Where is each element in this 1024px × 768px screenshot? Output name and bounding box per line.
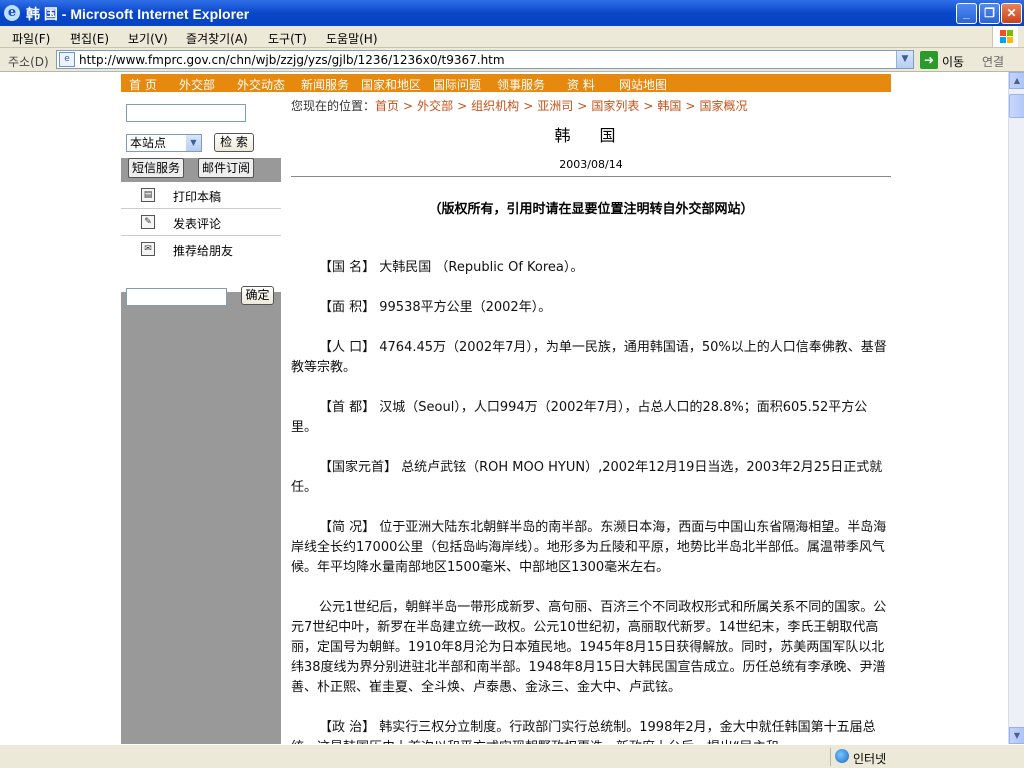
nav-news-service[interactable]: 新闻服务 [301,76,349,93]
vertical-scrollbar[interactable]: ▲ ▼ [1008,72,1024,744]
nav-international-issues[interactable]: 国际问题 [433,76,481,93]
sms-service-button[interactable]: 短信服务 [128,158,184,178]
nav-materials[interactable]: 资 料 [567,76,595,93]
page-viewport: 首 页 外交部 外交动态 新闻服务 国家和地区 国际问题 领事服务 资 料 网站… [0,72,1008,744]
breadcrumb-korea[interactable]: 韩国 [657,99,681,113]
site-search-input[interactable] [126,104,246,122]
mail-subscribe-button[interactable]: 邮件订阅 [198,158,254,178]
breadcrumb-asia-dept[interactable]: 亚洲司 [537,99,573,113]
nav-diplomatic-news[interactable]: 外交动态 [237,76,285,93]
article: 您现在的位置：首页 > 外交部 > 组织机构 > 亚洲司 > 国家列表 > 韩国 > 国家概况 韩 国 … [291,94,891,744]
windows-logo-icon [992,26,1018,47]
menu-view[interactable]: 보기(V) [128,30,168,47]
links-button[interactable]: 연결 [982,53,1004,70]
minimize-button[interactable]: _ [956,3,977,24]
copyright-notice: （版权所有，引用时请在显要位置注明转自外交部网站） [428,202,754,217]
para-head-of-state: 【国家元首】 总统卢武铉（ROH MOO HYUN）,2002年12月19日当选… [291,460,883,495]
go-button[interactable]: 이동 [942,53,964,70]
status-bar: 인터넷 [0,744,1024,768]
address-label: 주소(D) [8,55,49,69]
comment-link[interactable]: 发表评论 [173,215,221,232]
security-zone: 인터넷 [830,748,1024,766]
comment-icon: ✎ [141,215,155,229]
window-titlebar[interactable]: e 韩 国 - Microsoft Internet Explorer _ ❐ … [0,0,1024,26]
zone-label: 인터넷 [853,752,887,766]
para-history: 公元1世纪后，朝鲜半岛一带形成新罗、高句丽、百济三个不同政权形式和所属关系不同的… [291,600,887,695]
nav-consular[interactable]: 领事服务 [497,76,545,93]
search-scope-value: 本站点 [130,136,167,150]
article-date: 2003/08/14 [559,158,623,171]
article-tools: ▤ 打印本稿 ✎ 发表评论 ✉ 推荐给朋友 [121,182,281,292]
globe-icon [835,749,849,763]
nav-home[interactable]: 首 页 [129,76,157,93]
breadcrumb-country-list[interactable]: 国家列表 [591,99,639,113]
recommend-link[interactable]: 推荐给朋友 [173,242,233,259]
search-button[interactable]: 检 索 [214,133,254,152]
menu-edit[interactable]: 편집(E) [70,30,109,47]
print-link[interactable]: 打印本稿 [173,188,221,205]
address-url[interactable]: http://www.fmprc.gov.cn/chn/wjb/zzjg/yzs… [79,53,505,67]
chevron-down-icon: ▼ [186,135,201,151]
nav-mfa[interactable]: 外交部 [179,76,215,93]
restore-button[interactable]: ❐ [979,3,1000,24]
nav-sitemap[interactable]: 网站地图 [619,76,667,93]
nav-countries[interactable]: 国家和地区 [361,76,421,93]
breadcrumb-prefix: 您现在的位置： [291,99,376,113]
breadcrumb-mfa[interactable]: 外交部 [417,99,453,113]
recommend-email-input[interactable] [126,288,227,306]
scroll-thumb[interactable] [1009,94,1024,118]
address-dropdown-icon[interactable]: ▼ [896,51,913,68]
ie-logo-icon: e [4,5,20,21]
divider [291,176,891,177]
breadcrumb: 您现在的位置：首页 > 外交部 > 组织机构 > 亚洲司 > 国家列表 > 韩国 > 国家概况 [291,99,748,113]
menu-help[interactable]: 도움말(H) [326,30,378,47]
breadcrumb-home[interactable]: 首页 [375,99,399,113]
menu-bar: 파일(F) 편집(E) 보기(V) 즐겨찾기(A) 도구(T) 도움말(H) [0,26,1024,48]
para-overview: 【简 况】 位于亚洲大陆东北朝鲜半岛的南半部。东濒日本海，西面与中国山东省隔海相… [291,520,887,575]
breadcrumb-organization[interactable]: 组织机构 [471,99,519,113]
close-button[interactable]: ✕ [1001,3,1022,24]
breadcrumb-overview[interactable]: 国家概况 [699,99,747,113]
sidebar: 本站点 ▼ 检 索 短信服务 邮件订阅 ▤ 打印本稿 ✎ 发表评论 ✉ 推荐给朋… [121,94,281,744]
scroll-up-icon[interactable]: ▲ [1009,72,1024,89]
address-bar: 주소(D) e http://www.fmprc.gov.cn/chn/wjb/… [0,48,1024,72]
scroll-down-icon[interactable]: ▼ [1009,727,1024,744]
window-title: 韩 国 - Microsoft Internet Explorer [26,6,250,22]
para-capital: 【首 都】 汉城（Seoul），人口994万（2002年7月），占总人口的28.… [291,400,868,435]
site-nav-bar: 首 页 外交部 外交动态 新闻服务 国家和地区 国际问题 领事服务 资 料 网站… [121,74,891,92]
envelope-icon: ✉ [141,242,155,256]
article-title: 韩 国 [554,126,628,145]
menu-file[interactable]: 파일(F) [12,30,50,47]
confirm-button[interactable]: 确定 [241,286,274,305]
printer-icon: ▤ [141,188,155,202]
page-icon: e [59,52,75,67]
print-row[interactable]: ▤ 打印本稿 [121,182,281,209]
para-population: 【人 口】 4764.45万（2002年7月），为单一民族，通用韩国语，50%以… [291,340,887,375]
sidebar-search-panel: 本站点 ▼ 检 索 [121,94,281,158]
para-area: 【面 积】 99538平方公里（2002年）。 [319,300,552,315]
para-country-name: 【国 名】 大韩民国 （Republic Of Korea）。 [319,260,584,275]
menu-tools[interactable]: 도구(T) [268,30,307,47]
recommend-row[interactable]: ✉ 推荐给朋友 [121,236,281,263]
address-input[interactable]: e http://www.fmprc.gov.cn/chn/wjb/zzjg/y… [56,50,914,69]
para-politics: 【政 治】 韩实行三权分立制度。行政部门实行总统制。1998年2月，金大中就任韩… [291,720,876,744]
go-arrow-icon[interactable]: ➜ [920,51,938,69]
comment-row[interactable]: ✎ 发表评论 [121,209,281,236]
menu-favorites[interactable]: 즐겨찾기(A) [186,30,248,47]
search-scope-select[interactable]: 本站点 ▼ [126,134,202,152]
